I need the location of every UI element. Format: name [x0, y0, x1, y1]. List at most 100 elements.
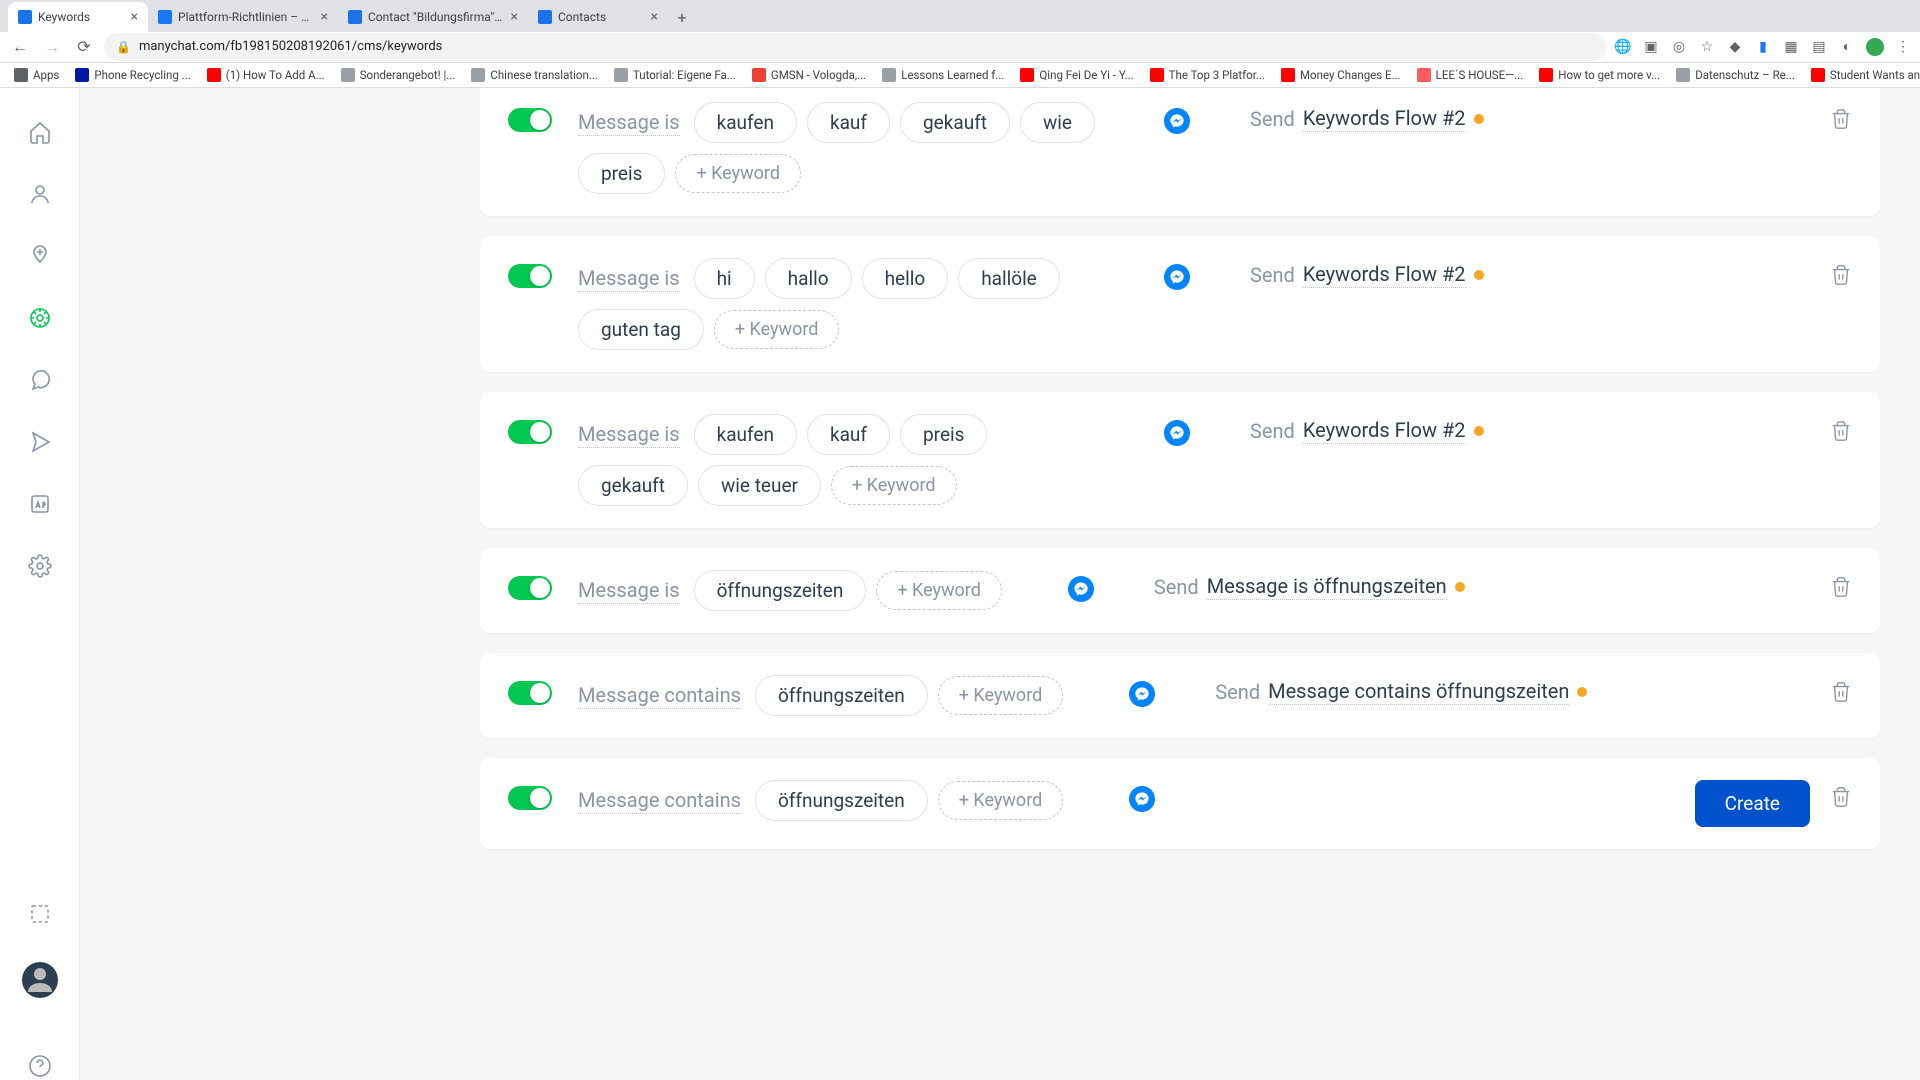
browser-tab[interactable]: Contact "Bildungsfirma" throu ×: [338, 2, 528, 32]
flow-name[interactable]: Message contains öffnungszeiten: [1268, 679, 1569, 705]
automation-icon[interactable]: [26, 304, 54, 332]
bookmark-item[interactable]: Sonderangebot! |...: [335, 68, 462, 82]
messenger-icon[interactable]: [1164, 108, 1190, 134]
audience-icon[interactable]: [26, 180, 54, 208]
bookmark-item[interactable]: Phone Recycling ...: [69, 68, 196, 82]
forward-button[interactable]: →: [40, 35, 64, 59]
messenger-icon[interactable]: [1164, 420, 1190, 446]
browser-tab[interactable]: Plattform-Richtlinien – Übersic ×: [148, 2, 338, 32]
keyword-pill[interactable]: wie: [1020, 102, 1095, 143]
enable-toggle[interactable]: [508, 576, 552, 600]
flow-name[interactable]: Keywords Flow #2: [1303, 262, 1466, 288]
keyword-pill[interactable]: guten tag: [578, 309, 704, 350]
keyword-pill[interactable]: hallo: [765, 258, 852, 299]
delete-button[interactable]: [1830, 420, 1852, 442]
keyword-pill[interactable]: preis: [578, 153, 665, 194]
menu-icon[interactable]: ⋮: [1894, 38, 1912, 56]
condition-label[interactable]: Message is: [578, 422, 680, 448]
ext4-icon[interactable]: ▤: [1810, 38, 1828, 56]
tab-close[interactable]: ×: [651, 9, 658, 25]
tab-close[interactable]: ×: [131, 9, 138, 25]
user-avatar[interactable]: [22, 962, 58, 998]
add-keyword-button[interactable]: + Keyword: [714, 310, 840, 349]
bookmark-item[interactable]: Chinese translation...: [465, 68, 604, 82]
bookmark-item[interactable]: Datenschutz – Re...: [1670, 68, 1801, 82]
broadcast-icon[interactable]: [26, 428, 54, 456]
delete-button[interactable]: [1830, 681, 1852, 703]
translate-icon[interactable]: 🌐: [1614, 38, 1632, 56]
condition-label[interactable]: Message contains: [578, 788, 741, 814]
keyword-pill[interactable]: preis: [900, 414, 987, 455]
add-keyword-button[interactable]: + Keyword: [938, 676, 1064, 715]
back-button[interactable]: ←: [8, 35, 32, 59]
delete-button[interactable]: [1830, 108, 1852, 130]
new-tab-button[interactable]: +: [668, 4, 696, 32]
bookmark-item[interactable]: Qing Fei De Yi - Y...: [1014, 68, 1139, 82]
condition-label[interactable]: Message is: [578, 110, 680, 136]
tab-close[interactable]: ×: [321, 9, 328, 25]
bookmark-item[interactable]: GMSN - Vologda,...: [746, 68, 872, 82]
add-keyword-button[interactable]: + Keyword: [938, 781, 1064, 820]
enable-toggle[interactable]: [508, 681, 552, 705]
flow-name[interactable]: Keywords Flow #2: [1303, 106, 1466, 132]
add-keyword-button[interactable]: + Keyword: [876, 571, 1002, 610]
enable-toggle[interactable]: [508, 786, 552, 810]
bookmark-item[interactable]: Lessons Learned f...: [876, 68, 1010, 82]
keyword-pill[interactable]: kaufen: [694, 102, 797, 143]
keyword-pill[interactable]: kauf: [807, 414, 890, 455]
condition-label[interactable]: Message is: [578, 578, 680, 604]
ext3-icon[interactable]: ▦: [1782, 38, 1800, 56]
bookmark-item[interactable]: Apps: [8, 68, 65, 82]
bookmark-item[interactable]: Money Changes E...: [1275, 68, 1407, 82]
ads-icon[interactable]: [26, 490, 54, 518]
add-keyword-button[interactable]: + Keyword: [675, 154, 801, 193]
delete-button[interactable]: [1830, 264, 1852, 286]
location-icon[interactable]: ◎: [1670, 38, 1688, 56]
keyword-pill[interactable]: öffnungszeiten: [755, 780, 928, 821]
bookmark-item[interactable]: Tutorial: Eigene Fa...: [608, 68, 742, 82]
flow-name[interactable]: Keywords Flow #2: [1303, 418, 1466, 444]
add-keyword-button[interactable]: + Keyword: [831, 466, 957, 505]
bookmark-item[interactable]: Student Wants an...: [1805, 68, 1920, 82]
keyword-pill[interactable]: gekauft: [578, 465, 688, 506]
ext1-icon[interactable]: ◆: [1726, 38, 1744, 56]
browser-tab[interactable]: Keywords ×: [8, 2, 148, 32]
home-icon[interactable]: [26, 118, 54, 146]
delete-button[interactable]: [1830, 786, 1852, 808]
enable-toggle[interactable]: [508, 264, 552, 288]
star-icon[interactable]: ☆: [1698, 38, 1716, 56]
help-icon[interactable]: [26, 1052, 54, 1080]
bookmark-item[interactable]: The Top 3 Platfor...: [1144, 68, 1271, 82]
reload-button[interactable]: ⟳: [72, 35, 96, 59]
keyword-pill[interactable]: öffnungszeiten: [694, 570, 867, 611]
keyword-pill[interactable]: hallöle: [958, 258, 1060, 299]
create-button[interactable]: Create: [1695, 780, 1810, 827]
address-bar[interactable]: 🔒 manychat.com/fb198150208192061/cms/key…: [104, 33, 1606, 61]
keyword-pill[interactable]: wie teuer: [698, 465, 821, 506]
tab-close[interactable]: ×: [511, 9, 518, 25]
keyword-pill[interactable]: gekauft: [900, 102, 1010, 143]
enable-toggle[interactable]: [508, 420, 552, 444]
browser-tab[interactable]: Contacts ×: [528, 2, 668, 32]
growth-icon[interactable]: [26, 242, 54, 270]
keyword-pill[interactable]: kaufen: [694, 414, 797, 455]
keyword-pill[interactable]: kauf: [807, 102, 890, 143]
keyword-pill[interactable]: hi: [694, 258, 755, 299]
flow-name[interactable]: Message is öffnungszeiten: [1207, 574, 1447, 600]
ext5-icon[interactable]: ◐: [1838, 38, 1856, 56]
delete-button[interactable]: [1830, 576, 1852, 598]
bookmark-item[interactable]: LEE´S HOUSE—...: [1411, 68, 1530, 82]
messenger-icon[interactable]: [1129, 786, 1155, 812]
bookmark-item[interactable]: How to get more v...: [1533, 68, 1666, 82]
profile-avatar[interactable]: [1866, 38, 1884, 56]
settings-icon[interactable]: [26, 552, 54, 580]
keyword-pill[interactable]: hello: [862, 258, 949, 299]
messenger-icon[interactable]: [1129, 681, 1155, 707]
templates-icon[interactable]: [26, 900, 54, 928]
livechat-icon[interactable]: [26, 366, 54, 394]
ext2-icon[interactable]: ▮: [1754, 38, 1772, 56]
condition-label[interactable]: Message contains: [578, 683, 741, 709]
keyword-pill[interactable]: öffnungszeiten: [755, 675, 928, 716]
bookmark-item[interactable]: (1) How To Add A...: [201, 68, 331, 82]
qr-icon[interactable]: ▣: [1642, 38, 1660, 56]
